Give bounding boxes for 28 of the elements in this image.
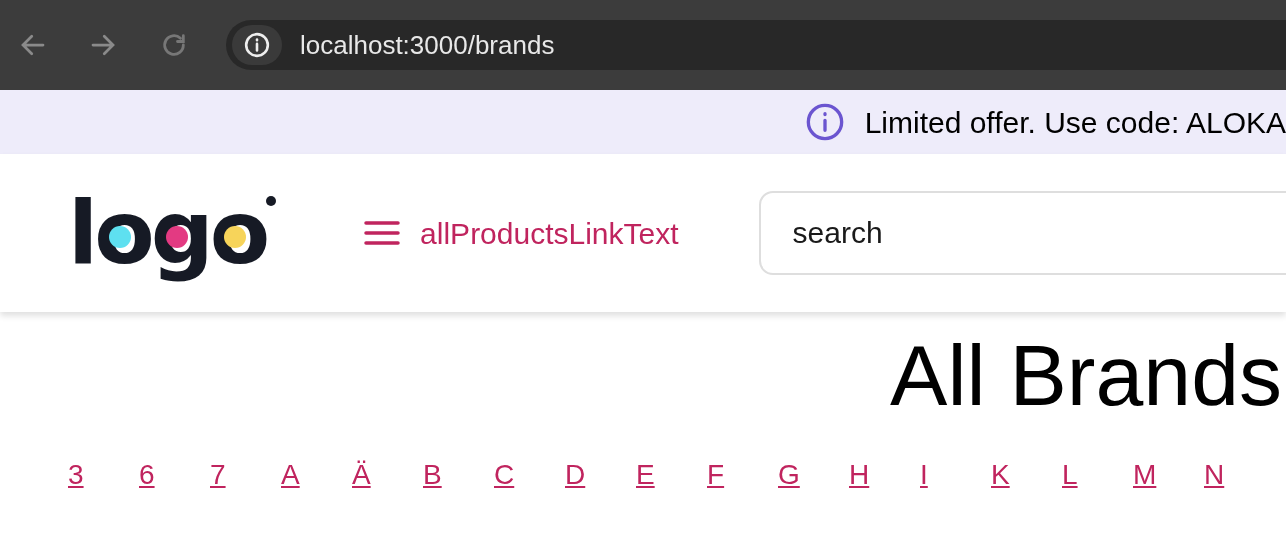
letter-link[interactable]: Ä xyxy=(352,454,388,496)
letter-link[interactable]: A xyxy=(281,454,317,496)
letter-link[interactable]: D xyxy=(565,454,601,496)
letter-link[interactable]: 7 xyxy=(210,454,246,496)
search-field[interactable]: search xyxy=(758,191,1286,275)
letter-link[interactable]: E xyxy=(636,454,672,496)
letter-link[interactable]: C xyxy=(494,454,530,496)
info-icon[interactable] xyxy=(244,32,270,58)
logo[interactable]: logo xyxy=(68,178,277,288)
letter-link[interactable]: H xyxy=(849,454,885,496)
letter-link[interactable]: F xyxy=(707,454,743,496)
letter-link[interactable]: N xyxy=(1204,454,1240,496)
letter-link[interactable]: B xyxy=(423,454,459,496)
letter-link[interactable]: 6 xyxy=(139,454,175,496)
letter-link[interactable]: K xyxy=(991,454,1027,496)
letter-link[interactable]: M xyxy=(1133,454,1169,496)
letter-link[interactable]: G xyxy=(778,454,814,496)
all-products-link[interactable]: allProductsLinkText xyxy=(364,210,679,256)
letter-link[interactable]: L xyxy=(1062,454,1098,496)
url-text: localhost:3000/brands xyxy=(300,28,555,62)
letter-link[interactable]: I xyxy=(920,454,956,496)
info-icon xyxy=(804,102,845,142)
menu-icon xyxy=(364,220,401,246)
banner-text: Limited offer. Use code: ALOKA xyxy=(864,104,1286,141)
letter-link[interactable]: 3 xyxy=(68,454,104,496)
page-title: All Brands xyxy=(890,332,1282,418)
reload-icon[interactable] xyxy=(160,31,188,59)
address-bar[interactable]: localhost:3000/brands xyxy=(226,20,1286,70)
